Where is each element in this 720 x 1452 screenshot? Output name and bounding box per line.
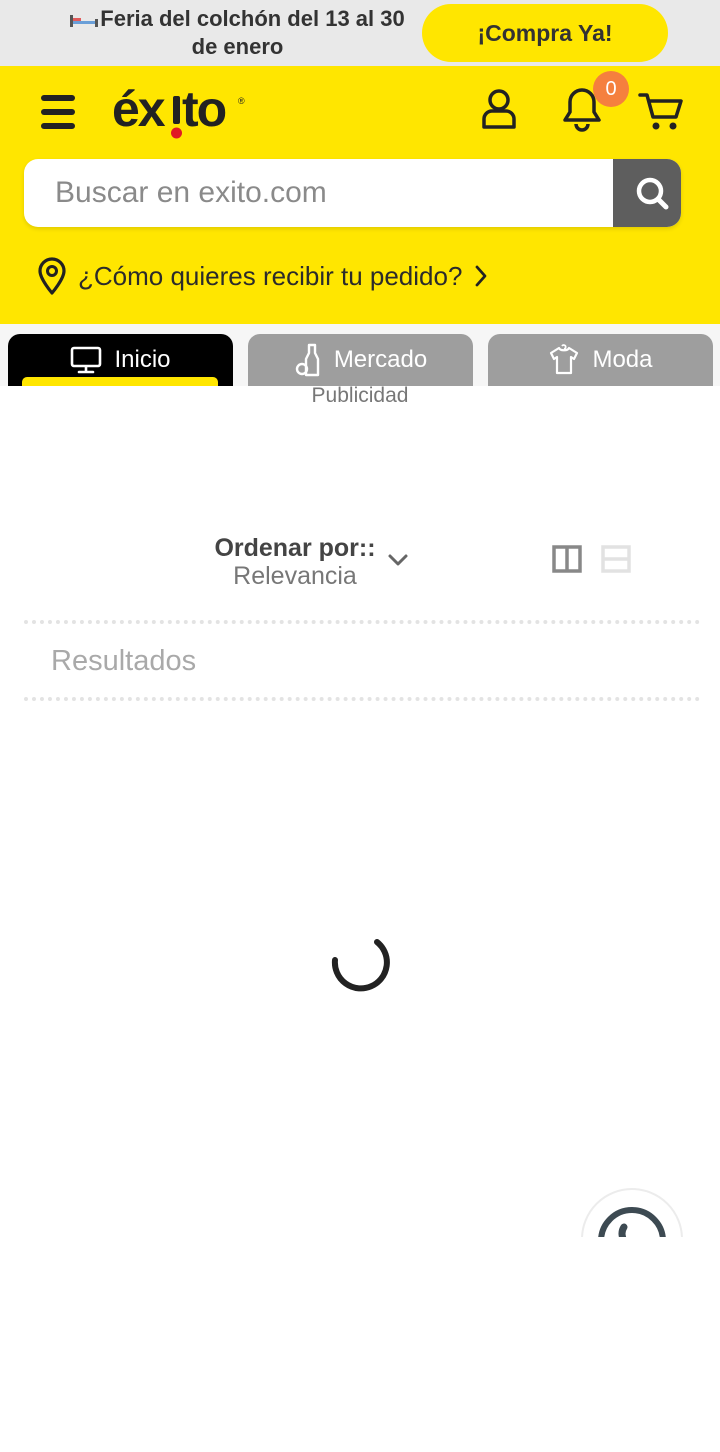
- search-bar: [24, 159, 681, 227]
- hamburger-menu-icon[interactable]: [38, 92, 78, 132]
- bottle-icon: [295, 343, 320, 377]
- grid-view-icon[interactable]: [552, 544, 582, 574]
- sort-selector[interactable]: Ordenar por:: Relevancia: [200, 534, 390, 590]
- delivery-selector[interactable]: ¿Cómo quieres recibir tu pedido?: [36, 254, 488, 298]
- chevron-right-icon: [476, 265, 487, 287]
- chevron-down-icon[interactable]: [386, 550, 410, 570]
- divider: [24, 697, 700, 701]
- monitor-icon: [71, 346, 102, 374]
- user-account-icon[interactable]: [480, 88, 518, 130]
- sort-value: Relevancia: [233, 562, 357, 590]
- cart-count-badge: 0: [593, 71, 629, 107]
- location-pin-icon: [38, 257, 66, 295]
- search-input[interactable]: [24, 159, 613, 227]
- promo-text: Feria del colchón del 13 al 30 de enero: [100, 6, 405, 59]
- svg-text:®: ®: [238, 96, 245, 106]
- tab-label: Moda: [592, 346, 653, 373]
- tab-label: Inicio: [114, 346, 171, 373]
- shopping-cart-icon[interactable]: [638, 90, 684, 132]
- loading-spinner-icon: [331, 939, 390, 992]
- bed-icon: [70, 15, 99, 28]
- svg-text:éx: éx: [112, 81, 166, 137]
- list-view-icon[interactable]: [601, 544, 631, 574]
- shirt-icon: [550, 344, 579, 375]
- search-button[interactable]: [613, 159, 681, 227]
- exito-logo[interactable]: éx to ®: [112, 80, 252, 140]
- chat-support-button[interactable]: [580, 1187, 684, 1237]
- tab-mercado[interactable]: Mercado: [248, 334, 473, 386]
- tab-moda[interactable]: Moda: [488, 334, 713, 386]
- search-icon: [636, 177, 669, 210]
- promo-text-wrap: Feria del colchón del 13 al 30 de enero: [60, 5, 415, 61]
- results-label: Resultados: [51, 645, 197, 677]
- sort-title: Ordenar por::: [214, 534, 376, 562]
- divider: [24, 620, 700, 624]
- buy-now-button[interactable]: ¡Compra Ya!: [422, 4, 668, 62]
- tab-label: Mercado: [333, 346, 428, 373]
- delivery-text: ¿Cómo quieres recibir tu pedido?: [78, 260, 463, 291]
- svg-text:to: to: [182, 81, 226, 137]
- advertising-label: Publicidad: [311, 384, 409, 407]
